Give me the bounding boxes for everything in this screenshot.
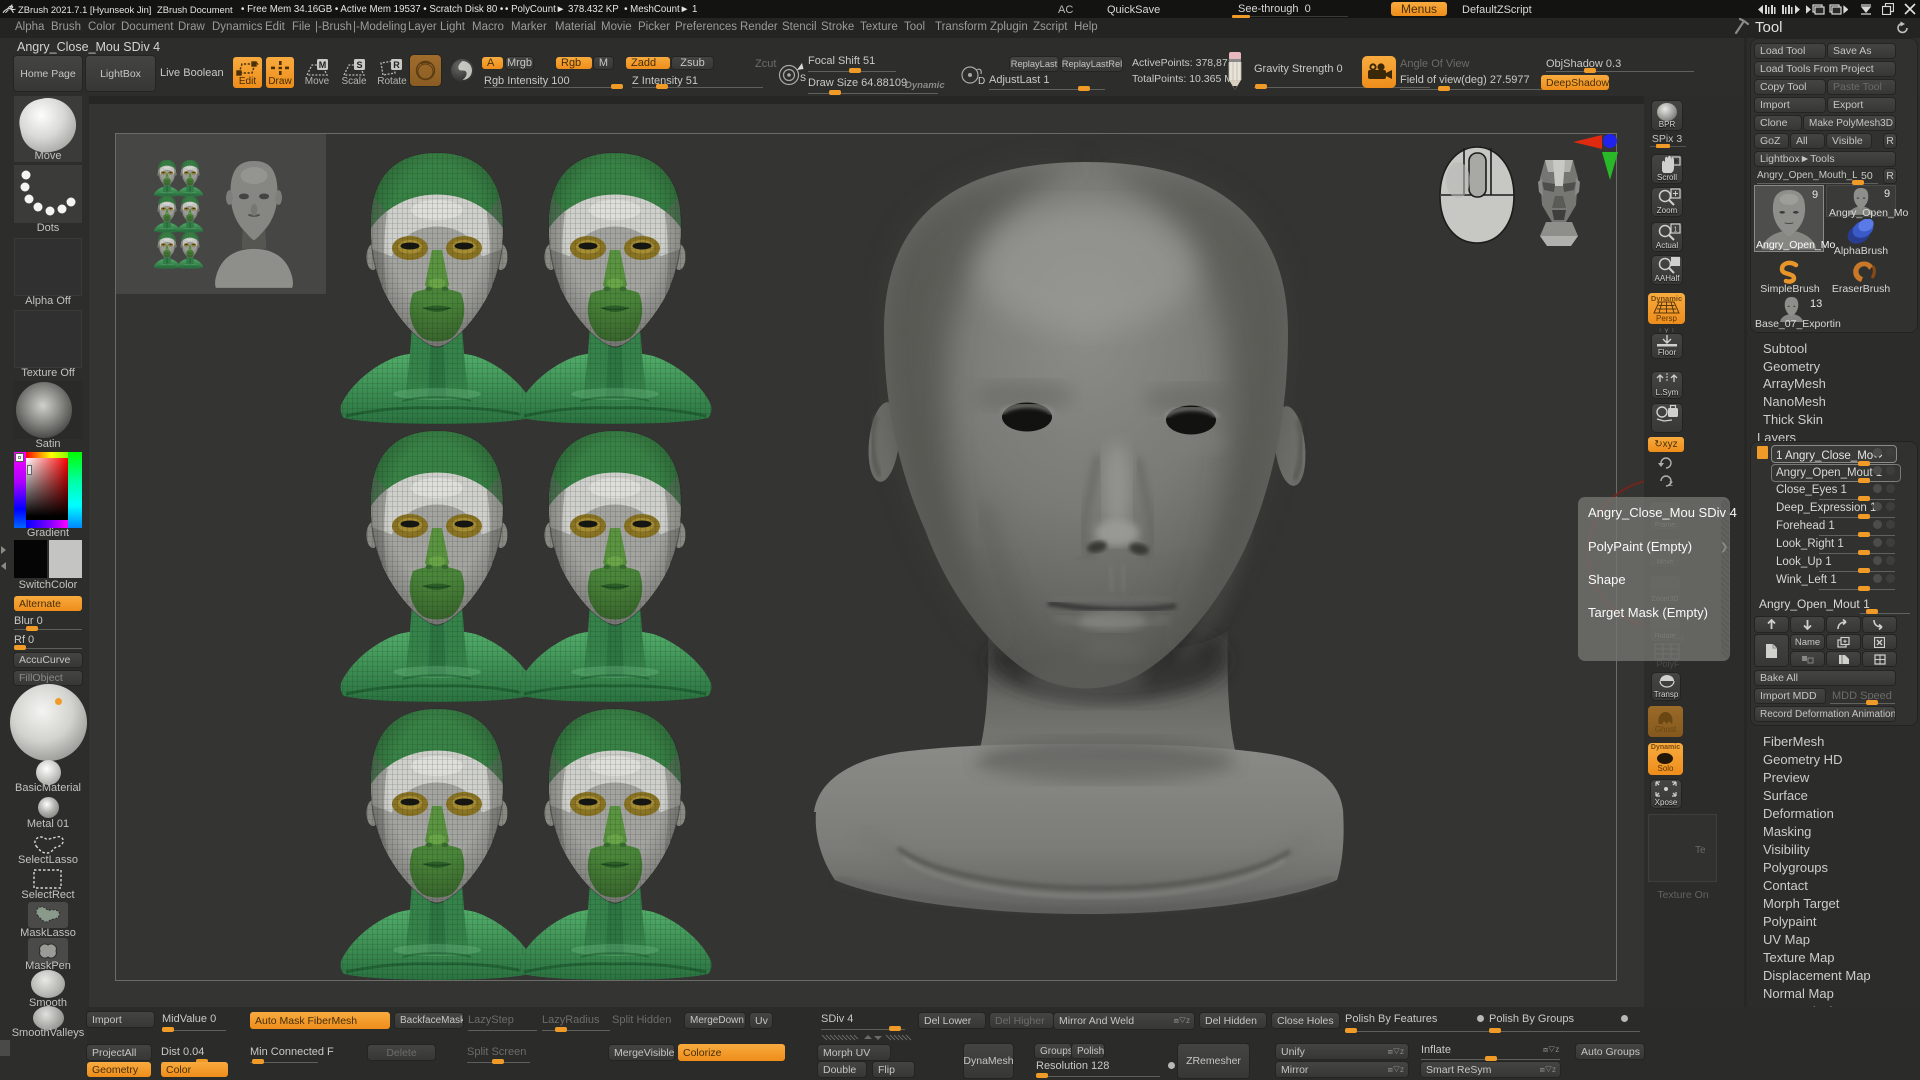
svg-text:D: D (978, 76, 985, 87)
svg-text:M: M (319, 60, 327, 70)
svg-text:S: S (356, 60, 362, 70)
svg-text:S: S (800, 73, 806, 83)
svg-text:R: R (393, 60, 400, 70)
svg-text:1: 1 (1674, 227, 1678, 234)
svg-text:z: z (1669, 479, 1673, 487)
